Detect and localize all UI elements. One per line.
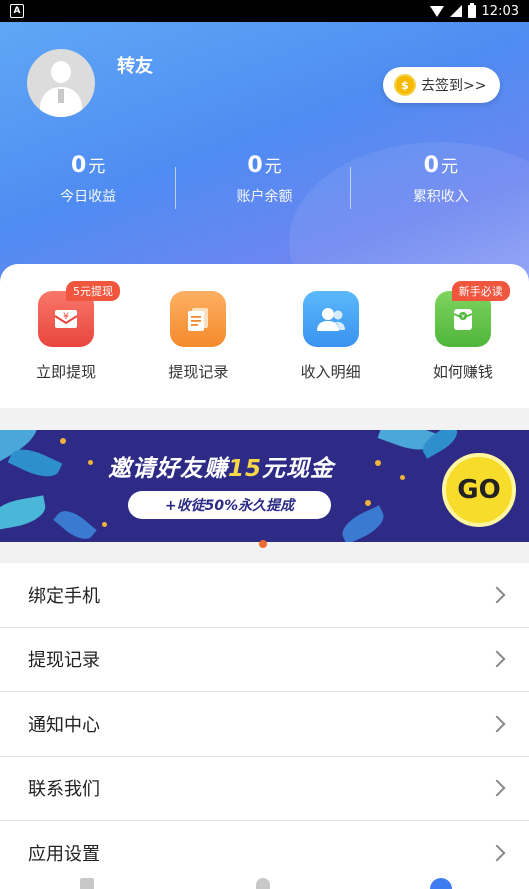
document-icon — [170, 291, 227, 347]
stat-value: 0 — [71, 153, 87, 178]
menu-item-contact-us[interactable]: 联系我们 — [0, 757, 529, 821]
settings-menu: 绑定手机 提现记录 通知中心 联系我们 应用设置 — [0, 563, 529, 886]
notification-icon: A — [10, 4, 24, 18]
chevron-right-icon — [488, 715, 506, 733]
earnings-stats: 0元 今日收益 0元 账户余额 0元 累积收入 — [0, 152, 529, 209]
chevron-right-icon — [488, 779, 506, 797]
stat-unit: 元 — [440, 157, 458, 177]
banner-title-prefix: 邀请好友赚 — [108, 456, 228, 482]
quick-action-label: 收入明细 — [300, 363, 361, 381]
quick-action-label: 如何赚钱 — [432, 363, 493, 381]
leaf-decoration — [337, 505, 389, 542]
username: 转友 — [117, 56, 153, 77]
promo-badge: 5元提现 — [66, 281, 120, 301]
checkin-button[interactable]: $ 去签到>> — [383, 67, 500, 103]
dot-decoration — [400, 475, 405, 480]
quick-actions: ¥ 立即提现 5元提现 提现记录 收入明细 ¥ 如何赚钱 新手必读 — [0, 264, 529, 408]
svg-text:¥: ¥ — [461, 314, 465, 321]
stat-label: 账户余额 — [236, 189, 293, 205]
stat-unit: 元 — [264, 157, 282, 177]
stat-divider — [175, 167, 176, 209]
stat-value: 0 — [247, 153, 263, 178]
menu-item-label: 提现记录 — [28, 650, 100, 672]
menu-item-withdraw-records[interactable]: 提现记录 — [0, 628, 529, 692]
menu-item-label: 应用设置 — [28, 844, 100, 866]
quick-income-details[interactable]: 收入明细 — [265, 264, 397, 408]
chevron-right-icon — [488, 650, 506, 668]
status-bar: A 12:03 — [0, 0, 529, 22]
menu-item-label: 通知中心 — [28, 714, 100, 736]
banner-title: 邀请好友赚15元现金 — [108, 449, 334, 483]
status-time: 12:03 — [481, 3, 519, 19]
leaf-decoration — [0, 495, 48, 531]
chevron-right-icon — [488, 844, 506, 862]
quick-action-label: 提现记录 — [168, 363, 229, 381]
banner-title-suffix: 元现金 — [262, 456, 335, 482]
quick-how-to-earn[interactable]: ¥ 如何赚钱 新手必读 — [397, 264, 529, 408]
discover-tab-icon[interactable] — [256, 878, 270, 889]
signal-icon — [449, 5, 462, 17]
coin-icon: $ — [394, 74, 416, 96]
avatar-tie-shape — [58, 89, 64, 103]
wifi-icon — [429, 5, 444, 17]
dot-decoration — [365, 500, 371, 506]
quick-withdraw-now[interactable]: ¥ 立即提现 5元提现 — [0, 264, 132, 408]
dot-decoration — [60, 438, 66, 444]
newbie-badge: 新手必读 — [451, 281, 510, 301]
stat-account-balance: 0元 账户余额 — [176, 152, 352, 206]
menu-item-notification-center[interactable]: 通知中心 — [0, 692, 529, 757]
menu-item-label: 联系我们 — [28, 779, 100, 801]
stat-unit: 元 — [88, 157, 106, 177]
quick-withdraw-records[interactable]: 提现记录 — [132, 264, 264, 408]
quick-action-label: 立即提现 — [36, 363, 97, 381]
stat-divider — [350, 167, 351, 209]
home-tab-icon[interactable] — [80, 878, 94, 889]
stat-label: 累积收入 — [412, 189, 469, 205]
leaf-decoration — [53, 504, 97, 542]
status-indicators: 12:03 — [429, 2, 519, 19]
users-icon — [302, 291, 359, 347]
stat-total-income: 0元 累积收入 — [353, 152, 529, 206]
checkin-label: 去签到>> — [421, 78, 487, 94]
stat-label: 今日收益 — [60, 189, 117, 205]
dot-decoration — [88, 460, 93, 465]
stat-value: 0 — [423, 153, 439, 178]
avatar-head-shape — [51, 61, 71, 83]
go-button[interactable]: GO — [442, 453, 516, 527]
menu-item-label: 绑定手机 — [28, 585, 100, 607]
battery-icon — [467, 2, 476, 18]
dot-decoration — [102, 522, 107, 527]
banner-pager-dot[interactable] — [259, 540, 267, 548]
dot-decoration — [375, 460, 381, 466]
banner-title-amount: 15 — [228, 456, 263, 482]
stat-today-earnings: 0元 今日收益 — [0, 152, 176, 206]
chevron-right-icon — [488, 586, 506, 604]
invite-banner[interactable]: 邀请好友赚15元现金 +收徒50%永久提成 GO — [0, 430, 529, 542]
avatar[interactable] — [27, 49, 95, 117]
svg-text:¥: ¥ — [63, 312, 69, 322]
menu-item-bind-phone[interactable]: 绑定手机 — [0, 563, 529, 628]
profile-header: 转友 $ 去签到>> 0元 今日收益 0元 账户余额 0元 累积收入 — [0, 22, 529, 292]
banner-subtitle: +收徒50%永久提成 — [128, 491, 331, 519]
